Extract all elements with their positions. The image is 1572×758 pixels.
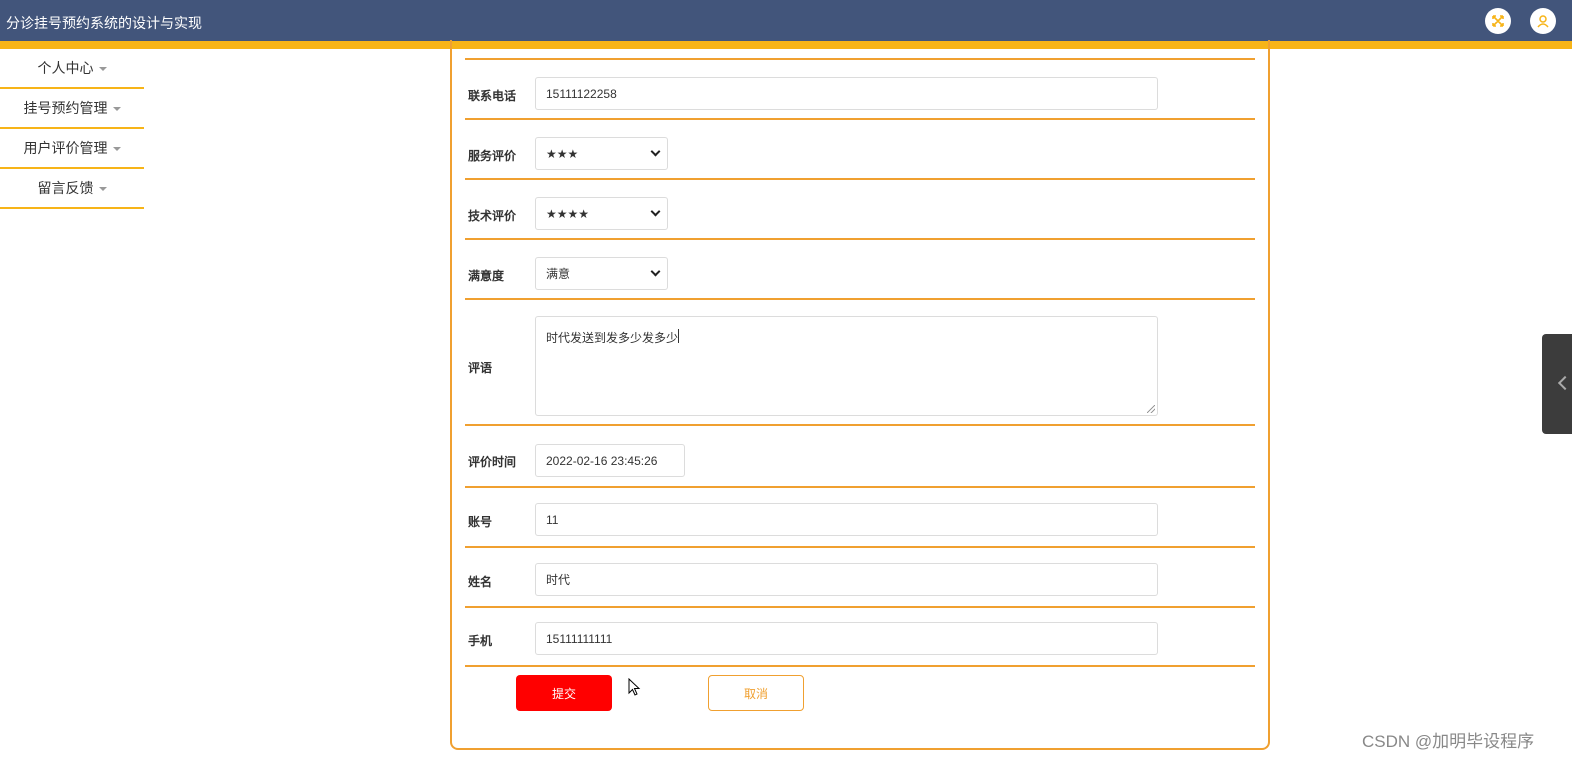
mobile-input[interactable]: 15111111111: [535, 622, 1158, 655]
sidebar-item-label: 用户评价管理: [23, 140, 108, 156]
cancel-button[interactable]: 取消: [708, 675, 804, 711]
sidebar-item-registration[interactable]: 挂号预约管理: [0, 89, 144, 129]
chevron-down-icon: [650, 266, 661, 277]
chevron-down-icon: [650, 146, 661, 157]
phone-value: 15111122258: [546, 86, 617, 101]
review-time-input[interactable]: 2022-02-16 23:45:26: [535, 444, 685, 477]
tech-rating-value: ★★★★: [546, 206, 590, 221]
mobile-value: 15111111111: [546, 631, 613, 646]
review-time-label: 评价时间: [468, 455, 517, 469]
row-service-rating: 服务评价 ★★★: [465, 120, 1255, 180]
tech-rating-select[interactable]: ★★★★: [535, 197, 668, 230]
satisfaction-value: 满意: [546, 267, 571, 281]
mouse-pointer-icon: [628, 678, 641, 696]
row-phone: 联系电话 15111122258: [465, 60, 1255, 120]
satisfaction-select[interactable]: 满意: [535, 257, 668, 290]
account-value: 11: [546, 512, 559, 527]
service-rating-label: 服务评价: [468, 149, 517, 163]
text-cursor: [678, 329, 680, 343]
mobile-label: 手机: [468, 634, 493, 648]
caret-down-icon: [98, 187, 107, 191]
sidebar-item-label: 挂号预约管理: [23, 100, 108, 116]
row-account: 账号 11: [465, 488, 1255, 548]
row-satisfaction: 满意度 满意: [465, 240, 1255, 300]
phone-label: 联系电话: [468, 89, 517, 103]
sidebar-item-reviews[interactable]: 用户评价管理: [0, 129, 144, 169]
account-input[interactable]: 11: [535, 503, 1158, 536]
chevron-down-icon: [650, 206, 661, 217]
tech-rating-label: 技术评价: [468, 209, 517, 223]
comment-textarea[interactable]: 时代发送到发多少发多少: [535, 316, 1158, 416]
comment-value: 时代发送到发多少发多少: [546, 331, 679, 345]
row-comment: 评语 时代发送到发多少发多少: [465, 300, 1255, 426]
name-value: 时代: [546, 573, 571, 587]
caret-down-icon: [112, 147, 121, 151]
name-input[interactable]: 时代: [535, 563, 1158, 596]
row-name: 姓名 时代: [465, 548, 1255, 608]
chevron-left-icon: [1557, 375, 1572, 391]
phone-input[interactable]: 15111122258: [535, 77, 1158, 110]
submit-button[interactable]: 提交: [516, 675, 612, 711]
row-review-time: 评价时间 2022-02-16 23:45:26: [465, 426, 1255, 488]
row-mobile: 手机 15111111111: [465, 608, 1255, 667]
user-icon[interactable]: [1530, 8, 1556, 34]
top-bar: 分诊挂号预约系统的设计与实现: [0, 0, 1572, 41]
name-label: 姓名: [468, 575, 493, 589]
satisfaction-label: 满意度: [468, 269, 505, 283]
review-time-value: 2022-02-16 23:45:26: [546, 453, 658, 468]
caret-down-icon: [112, 107, 121, 111]
sidebar-item-feedback[interactable]: 留言反馈: [0, 169, 144, 209]
fullscreen-icon[interactable]: [1485, 8, 1511, 34]
watermark: CSDN @加明毕设程序: [1362, 732, 1535, 751]
row-tech-rating: 技术评价 ★★★★: [465, 180, 1255, 240]
sidebar-item-label: 留言反馈: [37, 180, 94, 196]
app-title: 分诊挂号预约系统的设计与实现: [6, 15, 202, 31]
resize-grip-icon[interactable]: [1147, 405, 1155, 413]
caret-down-icon: [98, 67, 107, 71]
side-drawer-handle[interactable]: [1542, 334, 1572, 434]
sidebar-item-personal-center[interactable]: 个人中心: [0, 49, 144, 89]
account-label: 账号: [468, 515, 493, 529]
service-rating-value: ★★★: [546, 146, 579, 161]
comment-label: 评语: [468, 361, 493, 375]
sidebar-item-label: 个人中心: [37, 60, 94, 76]
sidebar: 个人中心 挂号预约管理 用户评价管理 留言反馈: [0, 49, 144, 209]
service-rating-select[interactable]: ★★★: [535, 137, 668, 170]
